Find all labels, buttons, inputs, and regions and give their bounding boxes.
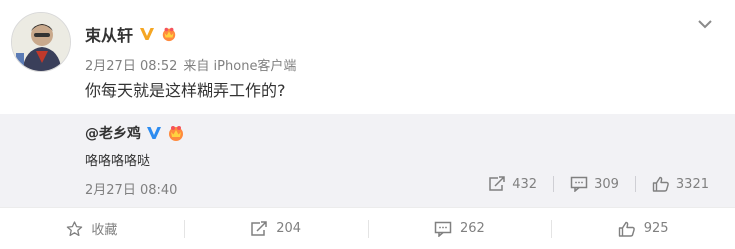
share-icon: [251, 220, 267, 236]
repost-author-name[interactable]: @老乡鸡: [85, 123, 141, 143]
author-avatar[interactable]: [11, 12, 71, 72]
member-crown-icon[interactable]: [161, 26, 177, 42]
post-date[interactable]: 2月27日 08:52: [85, 59, 177, 74]
forward-button[interactable]: 204: [183, 208, 368, 249]
repost-forward-count: 432: [512, 176, 538, 192]
repost-comment-button[interactable]: 309: [570, 176, 619, 192]
post-source: 来自 iPhone客户端: [183, 59, 297, 74]
repost-actions: 432 309 3321: [488, 176, 709, 192]
post-meta: 2月27日 08:52 来自 iPhone客户端: [85, 55, 302, 74]
repost-author-row: @老乡鸡: [85, 123, 185, 143]
divider: [553, 176, 555, 192]
like-count: 925: [643, 221, 669, 236]
repost-like-button[interactable]: 3321: [652, 176, 709, 192]
repost-like-count: 3321: [675, 176, 709, 192]
action-bar: 收藏 204 262 925: [0, 207, 735, 249]
like-button[interactable]: 925: [551, 208, 735, 249]
favorite-label: 收藏: [91, 223, 118, 238]
repost-text: 咯咯咯咯哒: [85, 154, 151, 169]
chevron-down-icon[interactable]: [697, 18, 713, 30]
comment-icon: [434, 221, 452, 237]
repost-forward-button[interactable]: 432: [488, 176, 537, 192]
comment-button[interactable]: 262: [367, 208, 552, 249]
verified-blue-icon: [147, 127, 161, 139]
verified-gold-icon[interactable]: [139, 26, 155, 42]
member-crown-icon: [169, 126, 183, 141]
reposted-weibo: @老乡鸡 咯咯咯咯哒 2月27日 08:40 432 309 3321: [0, 114, 735, 207]
author-name[interactable]: 束从轩: [85, 22, 133, 46]
star-icon: [67, 220, 83, 236]
forward-count: 204: [276, 221, 302, 236]
post-text: 你每天就是这样糊弄工作的?: [85, 81, 286, 100]
repost-time[interactable]: 2月27日 08:40: [85, 179, 177, 198]
thumbs-up-icon: [618, 221, 635, 237]
thumbs-up-icon: [652, 176, 669, 192]
divider: [634, 176, 636, 192]
favorite-button[interactable]: 收藏: [0, 208, 184, 249]
comment-icon: [570, 176, 588, 192]
comment-count: 262: [459, 221, 485, 236]
author-row: 束从轩: [85, 22, 177, 46]
repost-comment-count: 309: [594, 176, 619, 192]
share-icon: [489, 176, 505, 191]
